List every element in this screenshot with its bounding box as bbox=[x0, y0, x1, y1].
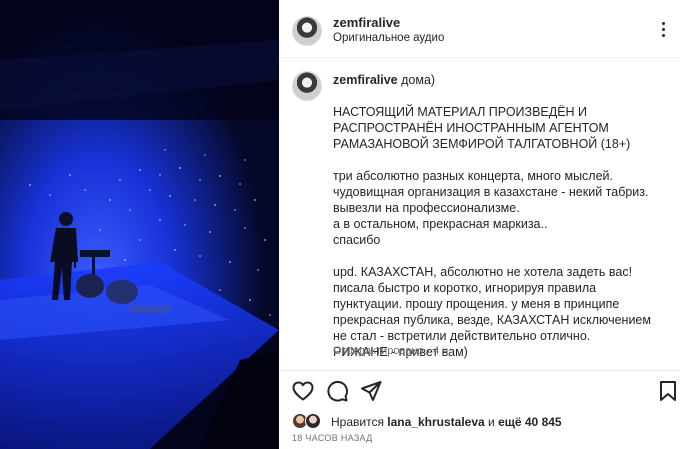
bookmark-icon[interactable] bbox=[656, 379, 680, 403]
caption-line: чудовищная организация в казахстане - не… bbox=[333, 185, 649, 199]
comment-icon[interactable] bbox=[325, 379, 349, 403]
concert-photo bbox=[0, 0, 279, 449]
likes-text: Нравится lana_khrustaleva и ещё 40 845 bbox=[331, 415, 562, 429]
more-icon[interactable] bbox=[653, 20, 673, 38]
original-audio-link[interactable]: Оригинальное аудио bbox=[333, 32, 444, 44]
post-timestamp[interactable]: 18 часов назад bbox=[292, 433, 373, 443]
post-header: zemfiralive Оригинальное аудио bbox=[279, 0, 680, 58]
caption-first-line: zemfiralive дома) bbox=[333, 72, 668, 88]
likes-and: и bbox=[488, 415, 495, 429]
caption-line: спасибо bbox=[333, 233, 381, 247]
caption-intro: дома) bbox=[401, 73, 436, 87]
post-caption: zemfiralive дома) НАСТОЯЩИЙ МАТЕРИАЛ ПРО… bbox=[279, 58, 680, 370]
author-username[interactable]: zemfiralive bbox=[333, 15, 400, 30]
post-actions-bar bbox=[279, 370, 680, 410]
foreign-agent-notice: НАСТОЯЩИЙ МАТЕРИАЛ ПРОИЗВЕДЁН И РАСПРОСТ… bbox=[333, 105, 631, 151]
caption-update: upd. КАЗАХСТАН, абсолютно не хотела заде… bbox=[333, 265, 651, 343]
liker-avatar[interactable] bbox=[305, 413, 321, 429]
post-media-image[interactable] bbox=[0, 0, 279, 449]
caption-author-avatar[interactable] bbox=[292, 71, 322, 101]
edited-timestamp: Отредактировано · 4 ч. bbox=[333, 345, 452, 357]
likes-summary: Нравится lana_khrustaleva и ещё 40 845 bbox=[279, 410, 680, 432]
heart-icon[interactable] bbox=[291, 379, 315, 403]
share-icon[interactable] bbox=[359, 379, 383, 403]
caption-username[interactable]: zemfiralive bbox=[333, 73, 398, 87]
likes-count[interactable]: ещё 40 845 bbox=[498, 415, 562, 429]
author-avatar[interactable] bbox=[292, 16, 322, 46]
liker-username[interactable]: lana_khrustaleva bbox=[387, 415, 484, 429]
caption-line: три абсолютно разных концерта, много мыс… bbox=[333, 169, 614, 183]
caption-line: а в остальном, прекрасная маркиза.. bbox=[333, 217, 548, 231]
caption-line: вывезли на профессионализме. bbox=[333, 201, 520, 215]
post-details-panel: zemfiralive Оригинальное аудио zemfirali… bbox=[279, 0, 680, 449]
likes-prefix: Нравится bbox=[331, 415, 384, 429]
caption-text: zemfiralive дома) НАСТОЯЩИЙ МАТЕРИАЛ ПРО… bbox=[333, 72, 668, 360]
